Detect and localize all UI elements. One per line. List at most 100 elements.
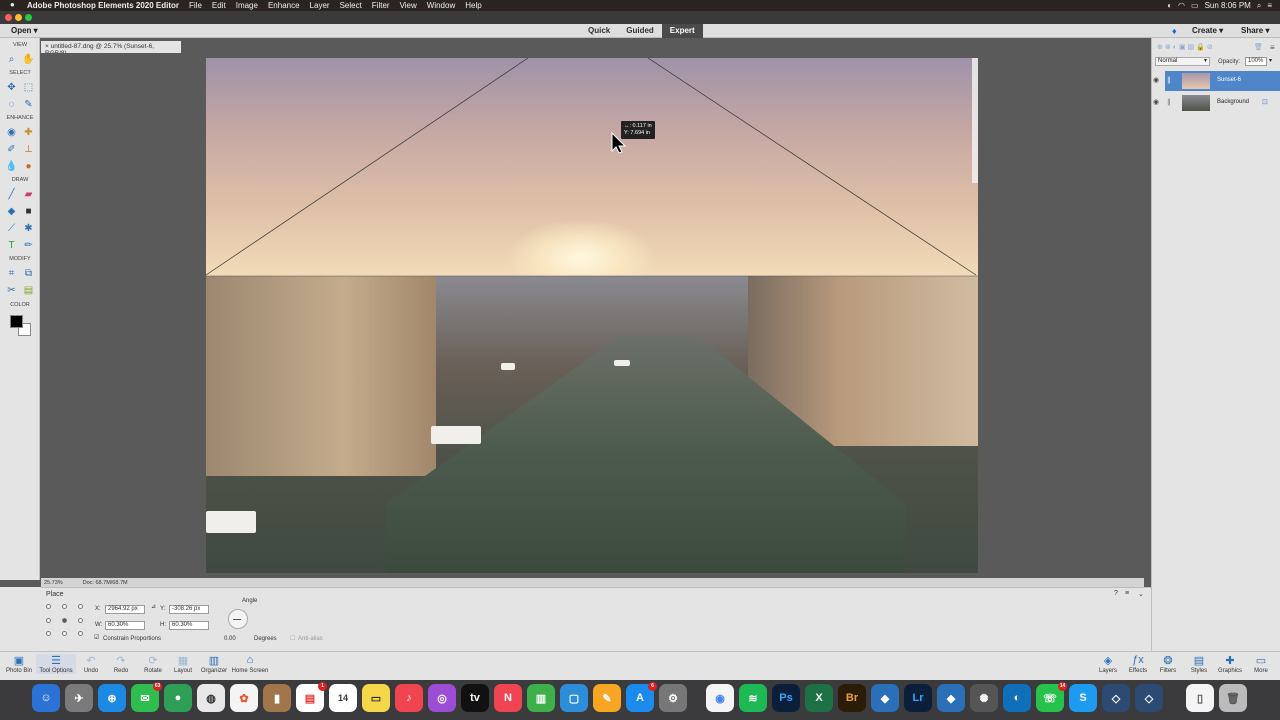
spotify-icon[interactable]: ≋ xyxy=(739,684,767,712)
constrain-checkbox[interactable]: ☑ xyxy=(94,634,99,641)
options-menu-icon[interactable]: ≡ xyxy=(1125,590,1129,597)
angle-value[interactable]: 0.00 xyxy=(224,636,236,642)
tv-icon[interactable]: tv xyxy=(461,684,489,712)
delete-layer-icon[interactable]: 🗑 xyxy=(1254,43,1263,51)
more-button[interactable]: ▭ More xyxy=(1250,654,1272,674)
content-aware-move-icon[interactable]: ✂ xyxy=(5,284,18,297)
open-button[interactable]: Open ▾ xyxy=(11,26,38,35)
layers-button[interactable]: ◈ Layers xyxy=(1096,654,1120,674)
blur-tool-icon[interactable]: 💧 xyxy=(5,160,18,173)
pencil-tool-icon[interactable]: ✏ xyxy=(22,239,35,252)
generic-app-icon[interactable]: ◇ xyxy=(1102,684,1130,712)
reference-point-selected[interactable] xyxy=(62,618,67,623)
layer-link-icon[interactable]: ∥ xyxy=(1167,76,1171,84)
transform-side-handle[interactable] xyxy=(972,58,978,183)
skype-icon[interactable]: S xyxy=(1069,684,1097,712)
transform-bounding-box[interactable] xyxy=(206,58,978,278)
notes-icon[interactable]: ▭ xyxy=(362,684,390,712)
marquee-tool-icon[interactable]: ⬚ xyxy=(22,81,35,94)
bridge-icon[interactable]: Br xyxy=(838,684,866,712)
zoom-level[interactable]: 25.73% xyxy=(44,580,63,586)
launchpad-icon[interactable]: ✈ xyxy=(65,684,93,712)
opacity-input[interactable]: 100% xyxy=(1245,57,1267,66)
move-tool-icon[interactable]: ✥ xyxy=(5,81,18,94)
reference-point[interactable] xyxy=(46,604,51,609)
custom-shape-icon[interactable]: ✱ xyxy=(22,222,35,235)
messages-icon[interactable]: ✉ 63 xyxy=(131,682,162,712)
y-input[interactable]: -308.26 px xyxy=(169,605,209,614)
menu-layer[interactable]: Layer xyxy=(310,1,330,10)
layout-button[interactable]: ▦ Layout xyxy=(170,654,196,674)
create-button[interactable]: Create ▾ xyxy=(1192,26,1223,35)
reference-point[interactable] xyxy=(78,604,83,609)
zoom-window-button[interactable] xyxy=(25,14,32,21)
menu-select[interactable]: Select xyxy=(340,1,362,10)
reference-point[interactable] xyxy=(78,631,83,636)
apple-icon[interactable]: ● xyxy=(10,0,15,9)
podcasts-icon[interactable]: ◎ xyxy=(428,684,456,712)
blend-mode-select[interactable]: Normal ▾ xyxy=(1155,57,1210,66)
reference-point[interactable] xyxy=(62,604,67,609)
photoshop-icon[interactable]: Ps xyxy=(772,684,800,712)
home-screen-button[interactable]: ⌂ Home Screen xyxy=(230,654,270,674)
battery-icon[interactable]: ▭ xyxy=(1191,1,1199,10)
clock[interactable]: Sun 8:06 PM xyxy=(1205,1,1251,10)
contacts-icon[interactable]: ▮ xyxy=(263,684,291,712)
menu-file[interactable]: File xyxy=(189,1,202,10)
keynote-icon[interactable]: ▢ xyxy=(560,684,588,712)
menu-filter[interactable]: Filter xyxy=(372,1,390,10)
maps-icon[interactable]: ◍ xyxy=(197,684,225,712)
width-input[interactable]: 60.30% xyxy=(105,621,145,630)
spotlight-icon[interactable]: ⌕ xyxy=(1257,1,1261,11)
elements-organizer-icon[interactable]: ◆ xyxy=(871,684,899,712)
organizer-button[interactable]: ▥ Organizer xyxy=(199,654,229,674)
panel-menu-icon[interactable]: ≡ xyxy=(1270,43,1275,52)
finder-icon[interactable]: ☺ xyxy=(32,684,60,712)
photo-bin-button[interactable]: ▣ Photo Bin xyxy=(3,654,35,674)
filters-button[interactable]: ❂ Filters xyxy=(1156,654,1180,674)
eye-tool-icon[interactable]: ◉ xyxy=(5,126,18,139)
smart-brush-icon[interactable]: ✐ xyxy=(5,143,18,156)
lock-icon[interactable]: ⊡ xyxy=(1262,98,1268,106)
edge-icon[interactable]: ◐ xyxy=(1003,684,1031,712)
visibility-eye-icon[interactable]: ◉ xyxy=(1153,76,1159,84)
menu-view[interactable]: View xyxy=(400,1,417,10)
wifi-icon[interactable]: ◠ xyxy=(1178,1,1185,10)
height-input[interactable]: 60.30% xyxy=(169,621,209,630)
color-app-icon[interactable]: ✺ xyxy=(970,684,998,712)
hand-tool-icon[interactable]: ✋ xyxy=(22,53,35,66)
reference-point[interactable] xyxy=(78,618,83,623)
help-icon[interactable]: ? xyxy=(1114,590,1118,597)
antialias-checkbox[interactable]: ☐ xyxy=(290,635,295,642)
tab-guided[interactable]: Guided xyxy=(618,24,662,38)
app-store-icon[interactable]: A6 xyxy=(626,682,657,712)
paint-bucket-icon[interactable]: ◆ xyxy=(5,205,18,218)
opacity-dropdown-icon[interactable]: ▾ xyxy=(1269,57,1272,64)
recompose-tool-icon[interactable]: ⧉ xyxy=(22,267,35,280)
generic-app-icon[interactable]: ◇ xyxy=(1135,684,1163,712)
spot-healing-icon[interactable]: ✚ xyxy=(22,126,35,139)
share-button[interactable]: Share ▾ xyxy=(1241,26,1269,35)
redo-button[interactable]: ↷ Redo xyxy=(110,654,132,674)
menu-image[interactable]: Image xyxy=(236,1,258,10)
document-tab[interactable]: × untitled-87.dng @ 25.7% (Sunset-6, RGB… xyxy=(41,41,181,57)
color-picker-icon[interactable]: ⟋ xyxy=(5,222,18,235)
menu-help[interactable]: Help xyxy=(465,1,481,10)
trash-icon[interactable]: 🗑 xyxy=(1219,684,1247,712)
whatsapp-icon[interactable]: ☏ 14 xyxy=(1036,682,1067,712)
eraser-tool-icon[interactable]: ▰ xyxy=(22,188,35,201)
tab-expert[interactable]: Expert xyxy=(661,24,703,38)
documents-folder-icon[interactable]: ▯ xyxy=(1186,684,1214,712)
music-icon[interactable]: ♪ xyxy=(395,684,423,712)
x-input[interactable]: 2964.92 px xyxy=(105,605,145,614)
graphics-button[interactable]: ✚ Graphics xyxy=(1215,654,1245,674)
notification-icon[interactable]: ♦ xyxy=(1172,26,1177,36)
layer-row[interactable]: ◉ ∥ Sunset-6 xyxy=(1153,71,1280,91)
news-icon[interactable]: N xyxy=(494,684,522,712)
reference-point[interactable] xyxy=(62,631,67,636)
tab-quick[interactable]: Quick xyxy=(580,24,618,38)
control-center-icon[interactable]: ≡ xyxy=(1267,1,1272,10)
tool-options-button[interactable]: ☰ Tool Options xyxy=(36,654,76,674)
photos-icon[interactable]: ✿ xyxy=(230,684,258,712)
calendar-icon[interactable]: ▤ 1 xyxy=(296,682,327,712)
